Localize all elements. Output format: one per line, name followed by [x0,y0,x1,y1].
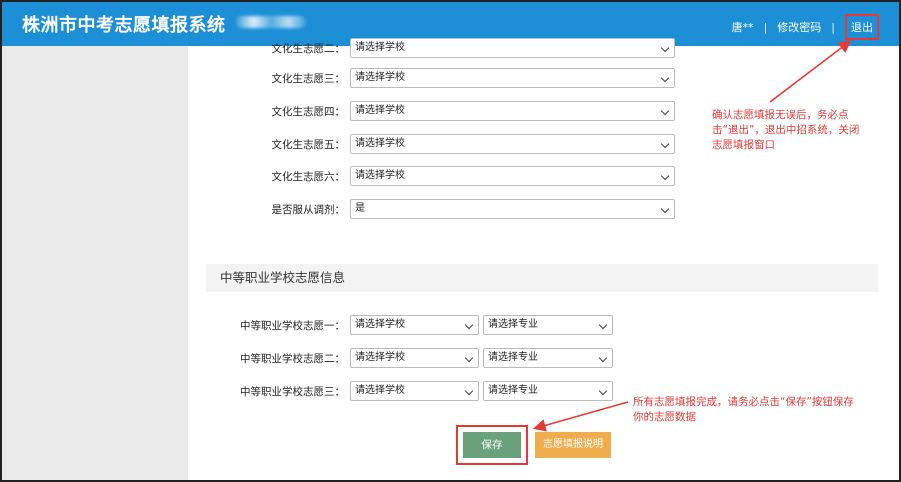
select-value: 请选择学校 [355,170,405,181]
logout-link[interactable]: 退出 [851,19,873,35]
change-password-link[interactable]: 修改密码 [777,19,821,35]
save-annotation: 所有志愿填报完成，请务必点击“保存”按钮保存 你的志愿数据 [633,395,895,425]
save-button[interactable]: 保存 [463,432,521,458]
select-value: 请选择学校 [355,385,405,396]
row-label: 中等职业学校志愿一： [240,319,345,332]
select-value: 请选择专业 [488,385,538,396]
form-row: 文化生志愿六： [200,166,346,186]
select-value: 请选择学校 [355,352,405,363]
form-row: 中等职业学校志愿二： [200,348,345,368]
adjustment-select[interactable]: 是 [350,199,675,219]
sidebar [0,46,188,482]
vocational-school-select[interactable]: 请选择学校 [350,381,479,401]
chevron-down-icon [660,43,670,53]
vocational-section-title: 中等职业学校志愿信息 [206,264,878,292]
select-value: 请选择学校 [355,42,405,53]
help-button[interactable]: 志愿填报说明 [535,432,611,458]
culture-school-select[interactable]: 请选择学校 [350,38,675,58]
row-label: 是否服从调剂： [271,203,346,216]
annotation-line: 志愿填报窗口 [712,139,775,151]
row-label: 文化生志愿二： [271,42,346,55]
chevron-down-icon [660,139,670,149]
culture-school-select[interactable]: 请选择学校 [350,166,675,186]
user-name: 唐** [731,21,754,34]
culture-school-select[interactable]: 请选择学校 [350,68,675,88]
chevron-down-icon [598,320,608,330]
chevron-down-icon [660,73,670,83]
chevron-down-icon [464,386,474,396]
header-nav: 唐** | 修改密码 | 退出 [732,14,879,40]
vocational-school-select[interactable]: 请选择学校 [350,315,479,335]
culture-school-select[interactable]: 请选择学校 [350,134,675,154]
form-row: 中等职业学校志愿一： [200,315,345,335]
chevron-down-icon [464,320,474,330]
vocational-major-select[interactable]: 请选择专业 [483,381,613,401]
annotation-line: 确认志愿填报无误后，务必点 [712,109,849,121]
chevron-down-icon [464,353,474,363]
logout-annotation: 确认志愿填报无误后，务必点 击“退出”，退出中招系统，关闭 志愿填报窗口 [712,108,892,153]
select-value: 请选择专业 [488,352,538,363]
select-value: 请选择专业 [488,319,538,330]
form-row: 中等职业学校志愿三： [200,381,345,401]
form-row: 文化生志愿四： [200,101,346,121]
select-value: 请选择学校 [355,72,405,83]
row-label: 文化生志愿三： [271,72,346,85]
row-label: 中等职业学校志愿三： [240,385,345,398]
select-value: 是 [355,203,365,214]
chevron-down-icon [598,386,608,396]
annotation-line: 击“退出”，退出中招系统，关闭 [712,124,860,136]
row-label: 中等职业学校志愿二： [240,352,345,365]
form-row: 文化生志愿三： [200,68,346,88]
logout-highlight: 退出 [845,14,879,40]
annotation-line: 所有志愿填报完成，请务必点击“保存”按钮保存 [633,396,854,408]
vocational-school-select[interactable]: 请选择学校 [350,348,479,368]
chevron-down-icon [598,353,608,363]
chevron-down-icon [660,106,670,116]
chevron-down-icon [660,204,670,214]
blurred-user-info [236,16,306,28]
row-label: 文化生志愿六： [271,170,346,183]
row-label: 文化生志愿五： [271,138,346,151]
chevron-down-icon [660,171,670,181]
row-label: 文化生志愿四： [271,105,346,118]
form-row: 文化生志愿二： [200,38,346,58]
select-value: 请选择学校 [355,138,405,149]
vocational-major-select[interactable]: 请选择专业 [483,348,613,368]
vocational-major-select[interactable]: 请选择专业 [483,315,613,335]
app-title: 株洲市中考志愿填报系统 [22,15,226,36]
select-value: 请选择学校 [355,105,405,116]
nav-separator: | [831,20,835,34]
form-row: 是否服从调剂： [200,199,346,219]
annotation-line: 你的志愿数据 [633,411,696,423]
nav-separator: | [763,20,768,34]
select-value: 请选择学校 [355,319,405,330]
culture-school-select[interactable]: 请选择学校 [350,101,675,121]
form-row: 文化生志愿五： [200,134,346,154]
